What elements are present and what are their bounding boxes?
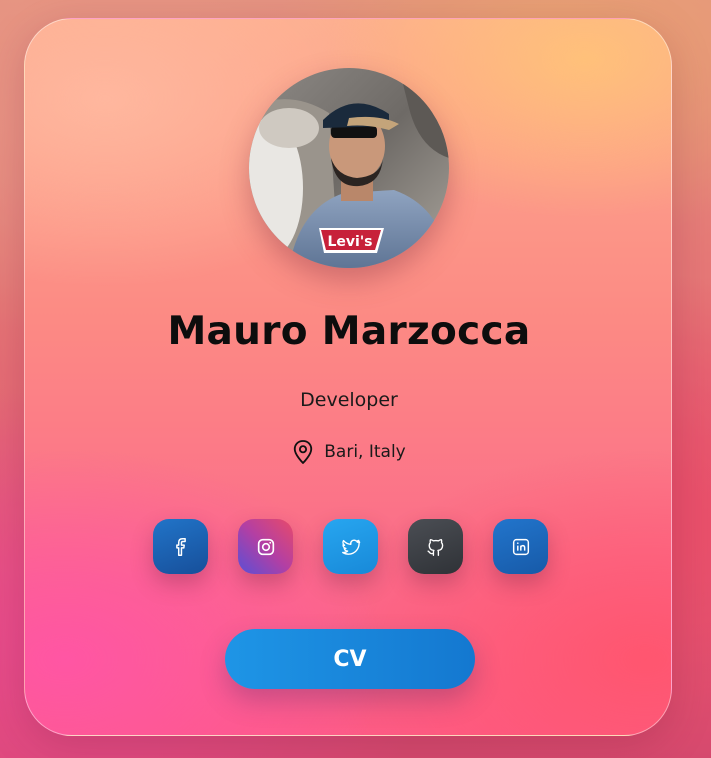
profile-role: Developer — [300, 389, 398, 411]
github-link[interactable] — [408, 519, 463, 574]
facebook-link[interactable] — [153, 519, 208, 574]
profile-name: Mauro Marzocca — [167, 309, 531, 354]
profile-location: Bari, Italy — [25, 439, 673, 465]
avatar-photo: Levi's — [249, 68, 449, 268]
github-icon — [426, 538, 443, 556]
instagram-link[interactable] — [238, 519, 293, 574]
instagram-icon — [257, 538, 274, 555]
svg-text:Levi's: Levi's — [328, 234, 373, 250]
linkedin-icon — [512, 538, 529, 555]
linkedin-link[interactable] — [493, 519, 548, 574]
cv-button[interactable]: CV — [225, 629, 475, 689]
social-links — [153, 519, 548, 574]
facebook-icon — [175, 537, 186, 556]
map-pin-icon — [294, 440, 313, 464]
twitter-link[interactable] — [323, 519, 378, 574]
location-label: Bari, Italy — [324, 442, 406, 462]
twitter-icon — [341, 538, 360, 555]
profile-card: Levi's Mauro Marzocca Developer Bari, It… — [24, 18, 672, 736]
avatar: Levi's — [249, 68, 449, 268]
